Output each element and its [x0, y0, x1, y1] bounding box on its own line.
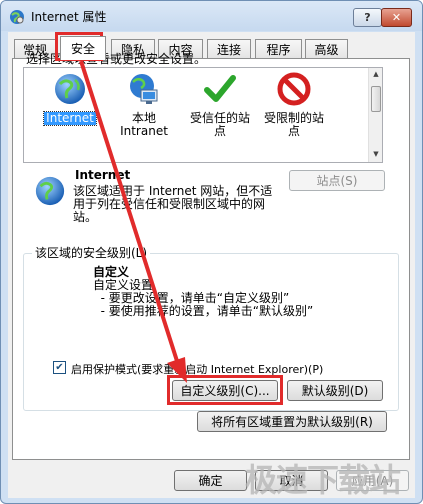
custom-level-description: 自定义设置 - 要更改设置，请单击“自定义级别” - 要使用推荐的设置，请单击“… [93, 278, 314, 318]
scroll-down-arrow-icon[interactable]: ▼ [371, 150, 381, 158]
zone-list: Internet 本地 Intranet 受信任的站 点 受限制的站 点 ▲ ▼ [23, 67, 383, 163]
zone-trusted-sites[interactable]: 受信任的站 点 [184, 72, 256, 138]
selected-zone-description: 该区域适用于 Internet 网站，但不适用于列在受信任和受限制区域中的网站。 [73, 184, 273, 224]
globe-icon [55, 74, 85, 104]
restricted-icon [277, 72, 311, 106]
internet-properties-window: Internet 属性 ? ✕ 常规 安全 隐私 内容 连接 程序 高级 选择区… [0, 0, 423, 504]
zone-trusted-sites-label: 受信任的站 点 [189, 111, 250, 138]
scroll-thumb[interactable] [371, 86, 381, 112]
protected-mode-checkbox[interactable]: ✔ [53, 361, 66, 374]
title-bar: Internet 属性 ? ✕ [1, 1, 422, 31]
tab-connections[interactable]: 连接 [207, 39, 251, 59]
internet-options-icon [10, 10, 24, 24]
check-icon [204, 75, 236, 102]
custom-level-button[interactable]: 自定义级别(C)... [172, 380, 278, 401]
local-intranet-icon [130, 74, 158, 104]
protected-mode-label: 启用保护模式(要求重新启动 Internet Explorer)(P) [71, 363, 324, 376]
close-button[interactable]: ✕ [381, 8, 412, 27]
zone-internet[interactable]: Internet [34, 72, 106, 126]
zone-local-intranet[interactable]: 本地 Intranet [108, 72, 180, 138]
ok-button[interactable]: 确定 [174, 470, 247, 491]
tab-programs[interactable]: 程序 [255, 39, 302, 59]
security-level-group-title: 该区域的安全级别(L) [32, 244, 151, 261]
selected-zone-globe-icon [35, 176, 65, 206]
tab-strip: 常规 安全 隐私 内容 连接 程序 高级 [8, 36, 415, 60]
tab-advanced[interactable]: 高级 [305, 39, 348, 59]
reset-all-zones-button[interactable]: 将所有区域重置为默认级别(R) [197, 411, 387, 432]
help-button[interactable]: ? [353, 8, 382, 27]
window-title: Internet 属性 [31, 10, 107, 24]
watermark: 极速下载站 [245, 461, 401, 499]
default-level-button[interactable]: 默认级别(D) [287, 380, 383, 401]
zone-restricted-sites[interactable]: 受限制的站 点 [258, 72, 330, 138]
tab-security[interactable]: 安全 [60, 36, 106, 60]
zone-list-scrollbar[interactable]: ▲ ▼ [368, 68, 382, 162]
zone-prompt: 选择区域以查看或更改安全设置。 [26, 52, 207, 66]
scroll-up-arrow-icon[interactable]: ▲ [371, 70, 381, 78]
zone-internet-label: Internet [43, 111, 97, 126]
zone-local-intranet-label: 本地 Intranet [120, 111, 168, 138]
selected-zone-title: Internet [75, 168, 131, 182]
zone-restricted-sites-label: 受限制的站 点 [263, 111, 324, 138]
sites-button[interactable]: 站点(S) [289, 170, 385, 191]
